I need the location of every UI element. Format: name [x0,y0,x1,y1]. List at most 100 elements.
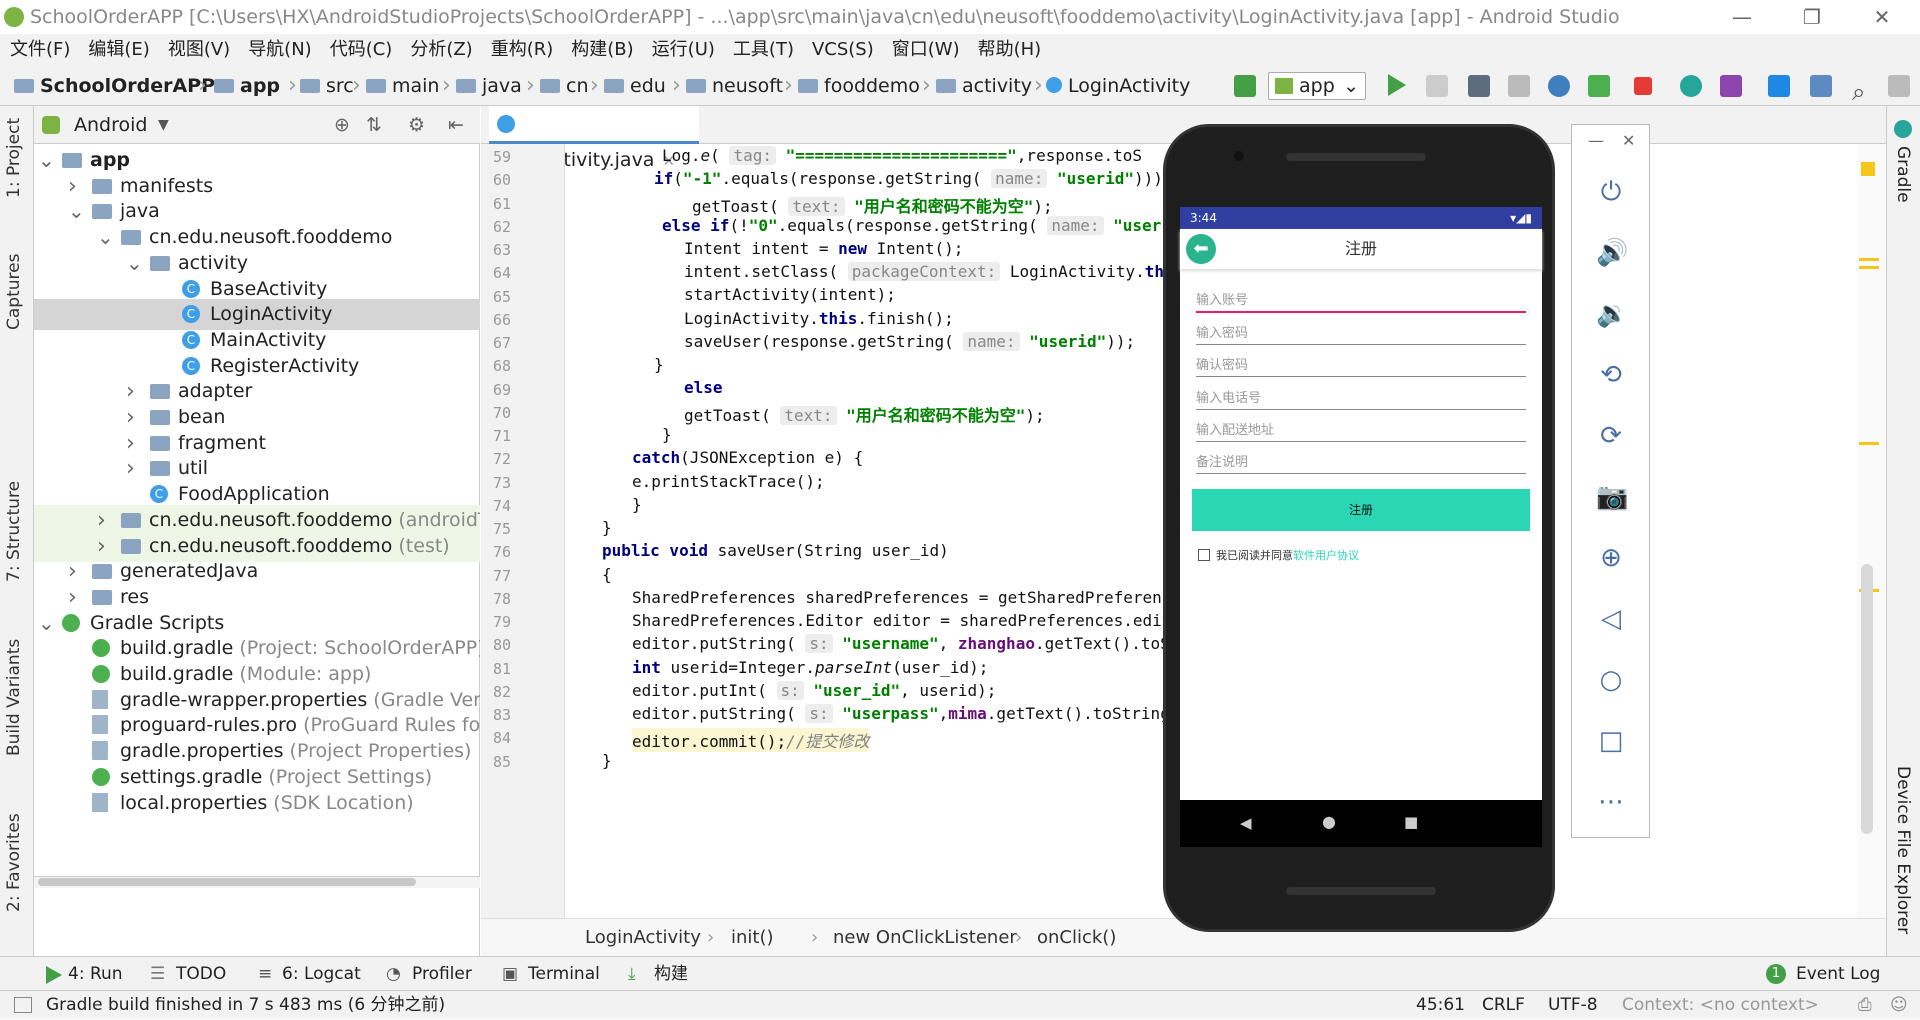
overview-icon[interactable]: □ [1596,726,1626,756]
tab-todo[interactable]: TODO [176,957,226,991]
run-icon[interactable] [1388,74,1406,96]
breadcrumb-java[interactable]: java [456,66,522,106]
menu-edit[interactable]: 编辑(E) [78,34,157,66]
coverage-icon[interactable] [1508,75,1530,97]
tab-captures[interactable]: Captures [4,254,24,330]
apply-changes-icon[interactable] [1426,75,1448,97]
close-icon[interactable]: ✕ [1622,131,1635,150]
project-structure-icon[interactable] [1810,75,1832,97]
crumb-listener[interactable]: new OnClickListener [833,919,1017,957]
file-encoding[interactable]: UTF-8 [1548,991,1598,1020]
zoom-icon[interactable]: ⊕ [1596,543,1626,573]
home-icon[interactable]: ○ [1596,665,1626,695]
rotate-right-icon[interactable]: ⟳ [1596,421,1626,451]
project-view-select[interactable]: Android [74,106,147,144]
breadcrumb-neusoft[interactable]: neusoft [686,66,783,106]
inspector-icon[interactable]: ☺ [1890,991,1908,1020]
back-icon[interactable]: ◁ [1596,604,1626,634]
menu-file[interactable]: 文件(F) [0,34,78,66]
tab-build[interactable]: 构建 [654,957,688,991]
phone-number-input[interactable]: 输入电话号 [1196,387,1526,410]
hide-panel-icon[interactable]: ⇤ [448,106,464,144]
breadcrumb-loginactivity[interactable]: LoginActivity [1046,66,1190,106]
tab-loginactivity[interactable]: LoginActivity.java ✕ [489,106,699,171]
hammer-icon[interactable] [1234,75,1256,97]
caret-position[interactable]: 45:61 [1416,991,1465,1020]
menu-refactor[interactable]: 重构(R) [481,34,562,66]
tab-project[interactable]: 1: Project [4,118,24,198]
avd-manager-icon[interactable] [1720,75,1742,97]
sdk-manager-icon[interactable] [1768,75,1790,97]
tab-build-variants[interactable]: Build Variants [4,639,24,756]
breadcrumb-project[interactable]: SchoolOrderAPP [14,66,215,106]
editor-scrollbar[interactable] [1857,144,1886,918]
menu-run[interactable]: 运行(U) [642,34,723,66]
confirm-password-input[interactable]: 确认密码 [1196,354,1526,377]
run-config-select[interactable]: app ⌄ [1268,72,1366,100]
toggle-tool-windows-icon[interactable] [14,997,32,1013]
lock-icon[interactable]: ⎙ [1858,991,1872,1020]
crumb-onclick[interactable]: onClick() [1037,919,1116,957]
volume-up-icon[interactable]: 🔊 [1596,238,1628,268]
menu-build[interactable]: 构建(B) [561,34,641,66]
tab-profiler[interactable]: Profiler [412,957,472,991]
horizontal-scrollbar[interactable] [34,876,480,888]
tab-terminal[interactable]: Terminal [528,957,600,991]
debug-icon[interactable] [1468,75,1490,97]
nav-back-icon[interactable]: ◀ [1240,814,1252,832]
account-input[interactable]: 输入账号 [1196,289,1526,313]
restore-button[interactable]: ❐ [1782,0,1842,34]
menu-navigate[interactable]: 导航(N) [238,34,320,66]
menu-window[interactable]: 窗口(W) [882,34,968,66]
profile-icon[interactable] [1548,75,1570,97]
menu-help[interactable]: 帮助(H) [968,34,1050,66]
tab-logcat[interactable]: 6: Logcat [282,957,361,991]
breadcrumb-main[interactable]: main [366,66,439,106]
breadcrumb-fooddemo[interactable]: fooddemo [798,66,920,106]
camera-icon[interactable]: 📷 [1596,482,1628,512]
menu-tools[interactable]: 工具(T) [723,34,802,66]
attach-debugger-icon[interactable] [1588,75,1610,97]
user-icon[interactable] [1888,75,1910,97]
tab-event-log[interactable]: Event Log [1796,957,1880,991]
sync-icon[interactable] [1680,75,1702,97]
breadcrumb-activity[interactable]: activity [936,66,1032,106]
crumb-method[interactable]: init() [731,919,774,957]
tree-item[interactable]: local.properties (SDK Location) [34,788,480,819]
volume-down-icon[interactable]: 🔉 [1596,299,1628,329]
line-separator[interactable]: CRLF [1482,991,1525,1020]
remark-input[interactable]: 备注说明 [1196,451,1526,474]
crumb-class[interactable]: LoginActivity [585,919,701,957]
tab-gradle[interactable]: Gradle [1893,146,1913,203]
agreement-link[interactable]: 软件用户协议 [1293,549,1359,562]
menu-analyze[interactable]: 分析(Z) [400,34,480,66]
chevron-down-icon[interactable]: ▼ [158,106,169,144]
menu-vcs[interactable]: VCS(S) [802,34,882,66]
minimize-button[interactable]: — [1712,0,1772,34]
status-message[interactable]: Gradle build finished in 7 s 483 ms (6 分… [46,991,445,1020]
menu-code[interactable]: 代码(C) [320,34,401,66]
tab-device-file-explorer[interactable]: Device File Explorer [1893,766,1913,934]
breadcrumb-app[interactable]: app [214,66,280,106]
stop-icon[interactable] [1634,77,1652,95]
rotate-left-icon[interactable]: ⟲ [1596,360,1626,390]
tab-favorites[interactable]: 2: Favorites [4,813,24,912]
power-icon[interactable]: ⏻ [1596,177,1626,207]
breadcrumb-src[interactable]: src [300,66,354,106]
menu-view[interactable]: 视图(V) [158,34,238,66]
register-button[interactable]: 注册 [1192,489,1530,531]
breadcrumb-edu[interactable]: edu [604,66,666,106]
breadcrumb-cn[interactable]: cn [540,66,589,106]
locate-icon[interactable]: ⊕ [334,106,350,144]
minimize-icon[interactable]: — [1588,131,1604,150]
more-icon[interactable]: ⋯ [1596,787,1626,817]
agree-checkbox[interactable] [1198,549,1210,561]
address-input[interactable]: 输入配送地址 [1196,419,1526,442]
tab-structure[interactable]: 7: Structure [4,481,24,582]
tab-run[interactable]: 4: Run [68,957,123,991]
nav-home-icon[interactable]: ● [1322,812,1336,831]
collapse-icon[interactable]: ⇅ [366,106,382,144]
close-button[interactable]: ✕ [1852,0,1912,34]
gear-icon[interactable]: ⚙ [408,106,425,144]
password-input[interactable]: 输入密码 [1196,322,1526,345]
